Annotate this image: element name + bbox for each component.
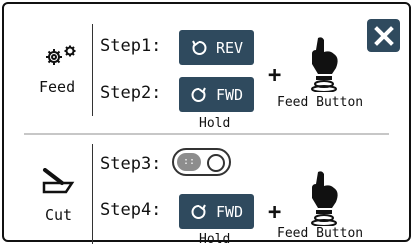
hand-press-button-icon	[304, 36, 344, 96]
step2-label: Step2:	[100, 83, 162, 103]
fwd-button-feed[interactable]: FWD	[179, 77, 254, 112]
rotate-cw-icon	[191, 204, 206, 219]
cut-physical-button-label: Feed Button	[277, 226, 364, 241]
toggle-off-indicator	[207, 154, 225, 172]
step3-toggle[interactable]: ::	[172, 148, 231, 176]
cut-divider-line	[92, 144, 93, 244]
step4-label: Step4:	[100, 200, 162, 220]
feed-divider-line	[92, 24, 93, 116]
plus-sign: +	[268, 200, 282, 225]
plus-sign: +	[268, 63, 282, 88]
cut-hold-label: Hold	[199, 232, 231, 247]
close-icon	[373, 25, 394, 46]
step3-label: Step3:	[100, 154, 162, 174]
feed-hold-label: Hold	[199, 116, 231, 131]
hand-press-button-icon	[304, 170, 344, 230]
feed-physical-button-label: Feed Button	[277, 95, 364, 110]
rev-button-label: REV	[215, 38, 244, 57]
rotate-ccw-icon	[192, 40, 207, 55]
close-button[interactable]	[367, 19, 400, 52]
section-divider	[24, 133, 389, 135]
step1-label: Step1:	[100, 36, 162, 56]
fwd-button-label: FWD	[215, 85, 244, 104]
rotate-cw-icon	[191, 87, 206, 102]
fwd-button-cut[interactable]: FWD	[179, 194, 254, 229]
cutter-icon	[42, 168, 76, 198]
gears-icon	[44, 44, 80, 70]
feed-section-label: Feed	[39, 78, 76, 96]
rev-button[interactable]: REV	[179, 30, 254, 65]
fwd-button-label: FWD	[215, 202, 244, 221]
cut-section-label: Cut	[45, 206, 73, 224]
toggle-knob: ::	[177, 153, 201, 171]
